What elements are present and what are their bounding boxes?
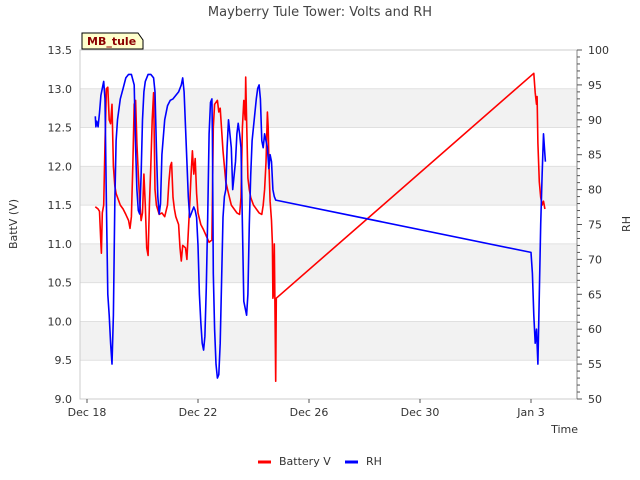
right-tick-label: 55 xyxy=(588,358,602,371)
right-axis-label: RH xyxy=(620,216,633,232)
left-tick-label: 13.0 xyxy=(48,83,73,96)
legend: Battery V RH xyxy=(258,455,382,468)
right-tick-label: 75 xyxy=(588,219,602,232)
badge-label: MB_tule xyxy=(87,35,136,48)
left-tick-label: 11.5 xyxy=(48,199,73,212)
x-tick-label: Dec 30 xyxy=(401,406,440,419)
right-axis-ticks: 50 55 60 65 70 75 80 85 90 95 100 xyxy=(576,44,609,406)
left-tick-label: 12.5 xyxy=(48,122,73,135)
left-axis-label: BattV (V) xyxy=(7,199,20,249)
right-tick-label: 80 xyxy=(588,184,602,197)
x-tick-label: Jan 3 xyxy=(516,406,544,419)
chart: 9.0 9.5 10.0 10.5 11.0 11.5 12.0 12.5 13.0 13.5 5… xyxy=(7,5,633,468)
right-tick-label: 60 xyxy=(588,323,602,336)
right-tick-label: 85 xyxy=(588,149,602,162)
legend-label: RH xyxy=(366,455,382,468)
left-axis-ticks: 9.0 9.5 10.0 10.5 11.0 11.5 12.0 12.5 13.0 13.5 xyxy=(48,44,73,406)
right-tick-label: 70 xyxy=(588,253,602,266)
left-tick-label: 9.0 xyxy=(55,393,73,406)
legend-label: Battery V xyxy=(279,455,331,468)
left-tick-label: 11.0 xyxy=(48,238,73,251)
right-tick-label: 95 xyxy=(588,79,602,92)
left-tick-label: 9.5 xyxy=(55,354,73,367)
grid-band xyxy=(80,243,577,283)
right-tick-label: 50 xyxy=(588,393,602,406)
grid-band xyxy=(80,321,577,361)
x-tick-label: Dec 26 xyxy=(290,406,329,419)
right-tick-label: 65 xyxy=(588,288,602,301)
right-tick-label: 100 xyxy=(588,44,609,57)
x-axis-ticks: Dec 18 Dec 22 Dec 26 Dec 30 Jan 3 xyxy=(68,399,545,419)
left-tick-label: 10.5 xyxy=(48,277,73,290)
left-tick-label: 13.5 xyxy=(48,44,73,57)
x-tick-label: Dec 22 xyxy=(179,406,218,419)
right-tick-label: 90 xyxy=(588,114,602,127)
x-tick-label: Dec 18 xyxy=(68,406,107,419)
station-badge: MB_tule xyxy=(81,32,144,50)
x-axis-label: Time xyxy=(550,423,578,436)
chart-title: Mayberry Tule Tower: Volts and RH xyxy=(208,5,432,20)
left-tick-label: 12.0 xyxy=(48,160,73,173)
left-tick-label: 10.0 xyxy=(48,315,73,328)
